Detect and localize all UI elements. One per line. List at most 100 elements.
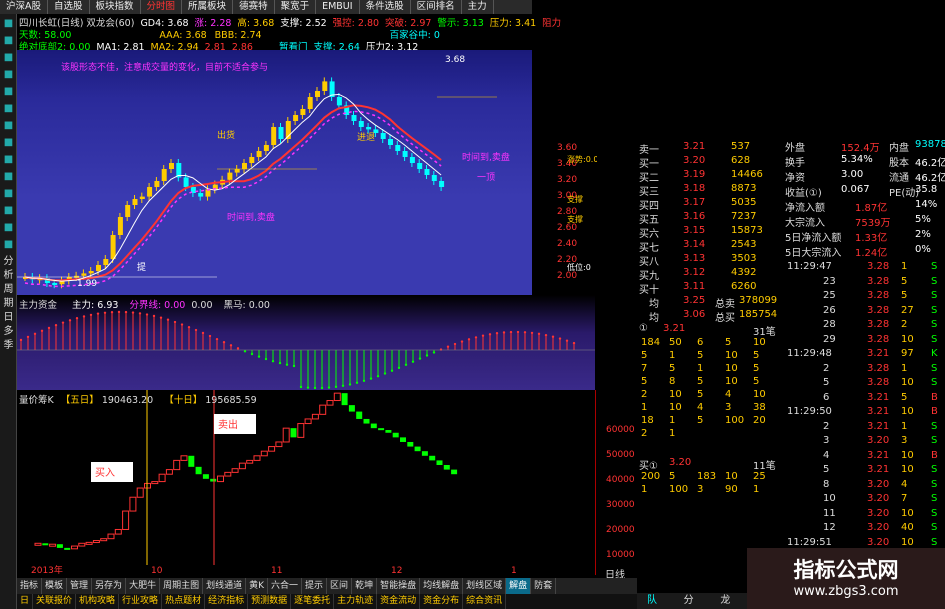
- kline-icon[interactable]: ■: [2, 238, 15, 252]
- vol-candle: [165, 469, 173, 475]
- tick-row-11: 2 3.21 1 S: [783, 421, 945, 435]
- top-tab-6[interactable]: 聚宽于: [275, 0, 317, 14]
- vol-candle: [195, 466, 202, 475]
- indicator-tab-3[interactable]: 另存为: [92, 578, 127, 594]
- right-tab-2[interactable]: 龙虎: [710, 593, 747, 609]
- info-tab-9[interactable]: 资金流动: [377, 594, 421, 609]
- info-tab-4[interactable]: 热点题材: [162, 594, 206, 609]
- indicator-tab-7[interactable]: 黄K: [246, 578, 269, 594]
- volume-kline-chart[interactable]: 量价筹K 【五日】 190463.20 【十日】 195685.59 买入 卖出 2…: [17, 390, 595, 576]
- top-tab-10[interactable]: 主力: [462, 0, 494, 14]
- vol-candle: [451, 469, 458, 475]
- home-icon[interactable]: ■: [2, 17, 15, 31]
- fund-dot: [313, 386, 317, 390]
- indicator-tab-8[interactable]: 六合一: [268, 578, 303, 594]
- order-vol: 3503: [731, 253, 757, 264]
- indicator-tab-1[interactable]: 模板: [42, 578, 68, 594]
- list-icon[interactable]: ■: [2, 68, 15, 82]
- indicator-tab-0[interactable]: 指标: [17, 578, 43, 594]
- grid-icon[interactable]: ■: [2, 34, 15, 48]
- info-tab-3[interactable]: 行业攻略: [119, 594, 163, 609]
- vol-candle: [290, 428, 297, 438]
- order-vol: 537: [731, 141, 751, 152]
- kline-candle: [132, 199, 138, 205]
- top-tab-8[interactable]: 条件选股: [360, 0, 411, 14]
- vol-w5: 【五日】: [60, 395, 99, 406]
- left-label-6[interactable]: 季: [2, 339, 15, 353]
- info-tab-2[interactable]: 机构攻略: [76, 594, 120, 609]
- indicator-tab-2[interactable]: 管理: [67, 578, 93, 594]
- top-tab-1[interactable]: 自选股: [48, 0, 90, 14]
- indicator-tab-10[interactable]: 区间: [327, 578, 353, 594]
- indicator-tab-14[interactable]: 划线区域: [463, 578, 507, 594]
- info-tab-0[interactable]: 日: [17, 594, 34, 609]
- tick-row-0: 11:29:47 3.28 1 S: [783, 261, 945, 275]
- chart-icon[interactable]: ■: [2, 51, 15, 65]
- indicator-tab-4[interactable]: 大肥牛: [126, 578, 161, 594]
- indicator-tab-5[interactable]: 周期主图: [160, 578, 204, 594]
- main-kline-chart[interactable]: 该股形态不佳，注意成交量的变化，目前不适合参与 3.68 1.99 出货 时间到,卖盘时…: [17, 50, 532, 295]
- indicator-tab-6[interactable]: 划线通道: [203, 578, 247, 594]
- queue-cell: 1: [669, 415, 676, 426]
- indicator-tab-13[interactable]: 均线解盘: [420, 578, 464, 594]
- fund-dot: [61, 321, 65, 324]
- search-icon[interactable]: ■: [2, 153, 15, 167]
- indicator-tab-15[interactable]: 解盘: [506, 578, 532, 594]
- label-yiding: 一顶: [477, 172, 495, 183]
- top-tab-9[interactable]: 区间排名: [411, 0, 462, 14]
- left-label-1[interactable]: 析: [2, 269, 15, 283]
- top-tab-7[interactable]: EMBUI: [316, 0, 360, 14]
- indicator-tab-12[interactable]: 智能操盘: [377, 578, 421, 594]
- top-tab-2[interactable]: 板块指数: [90, 0, 141, 14]
- right-tab-1[interactable]: 分布: [674, 593, 711, 609]
- queue-cell: 10: [669, 389, 682, 400]
- info-tab-8[interactable]: 主力轨迹: [334, 594, 378, 609]
- info-tab-10[interactable]: 资金分布: [420, 594, 464, 609]
- order-row-1: 买一 3.20 628: [635, 155, 783, 170]
- fund-dot: [523, 331, 527, 334]
- info-tab-6[interactable]: 预测数据: [248, 594, 292, 609]
- order-vol: 14466: [731, 169, 763, 180]
- info-tab-5[interactable]: 经济指标: [205, 594, 249, 609]
- stat-val: 152.4万: [841, 143, 880, 154]
- left-label-5[interactable]: 多: [2, 325, 15, 339]
- info-tab-11[interactable]: 综合资讯: [463, 594, 507, 609]
- kline-candle: [278, 127, 284, 139]
- bar-icon[interactable]: ■: [2, 221, 15, 235]
- left-label-0[interactable]: 分: [2, 255, 15, 269]
- vol-candle: [311, 413, 319, 420]
- flag-icon[interactable]: ■: [2, 136, 15, 150]
- indicator-tab-bar: 指标 模板 管理 另存为 大肥牛 周期主图 划线通道 黄K 六合一 提示 区间 乾坤 智能操盘 均线解盘划…: [17, 578, 637, 594]
- star-icon[interactable]: ■: [2, 119, 15, 133]
- info-tab-7[interactable]: 逐笔委托: [291, 594, 335, 609]
- top-tab-3[interactable]: 分时图: [141, 0, 183, 14]
- indicator-tab-9[interactable]: 提示: [302, 578, 328, 594]
- top-tab-0[interactable]: 沪深A股: [0, 0, 48, 14]
- gear-icon[interactable]: ■: [2, 85, 15, 99]
- left-label-3[interactable]: 期: [2, 297, 15, 311]
- right-tab-0[interactable]: 队列: [637, 593, 674, 609]
- info-tab-1[interactable]: 关联报价: [33, 594, 77, 609]
- fund-dot: [271, 359, 275, 363]
- vol-candle: [341, 393, 348, 406]
- indicator-tab-11[interactable]: 乾坤: [352, 578, 378, 594]
- info1-9: 阻力: [542, 18, 562, 29]
- bqueue-row-0: 200 5 183 10 25: [635, 471, 783, 485]
- vol-candle: [238, 462, 246, 470]
- info-icon[interactable]: ■: [2, 187, 15, 201]
- top-tab-5[interactable]: 德赛特: [233, 0, 275, 14]
- fund-dot: [439, 348, 443, 351]
- top-tab-4[interactable]: 所属板块: [182, 0, 234, 14]
- left-label-2[interactable]: 周: [2, 283, 15, 297]
- buy1-idx: 买①: [639, 461, 658, 472]
- user-icon[interactable]: ■: [2, 204, 15, 218]
- tick-side: S: [931, 493, 938, 504]
- fund-dot: [19, 338, 23, 342]
- fund-flow-indicator[interactable]: 主力资金 主力: 6.93 分界线: 0.00 0.00 黑马: 0.00: [17, 295, 595, 390]
- book-icon[interactable]: ■: [2, 170, 15, 184]
- left-label-4[interactable]: 日: [2, 311, 15, 325]
- bqueue-cell: 10: [725, 471, 738, 482]
- bell-icon[interactable]: ■: [2, 102, 15, 116]
- queue-cell: 7: [641, 363, 648, 374]
- indicator-tab-16[interactable]: 防套: [531, 578, 557, 594]
